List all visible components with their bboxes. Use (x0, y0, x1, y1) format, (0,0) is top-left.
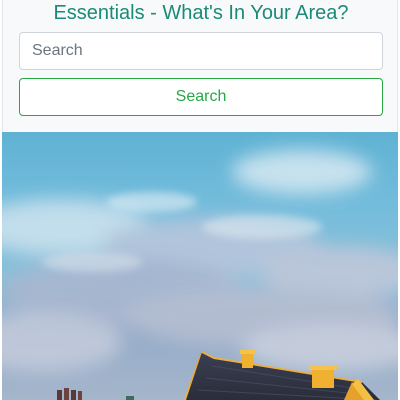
page-title: Essentials - What's In Your Area? (53, 2, 349, 24)
distant-chimneys (57, 388, 134, 400)
search-button[interactable]: Search (19, 78, 383, 116)
search-input[interactable] (19, 32, 383, 70)
search-panel: Essentials - What's In Your Area? Search (2, 0, 398, 132)
hero-image (2, 132, 398, 400)
app-page: Essentials - What's In Your Area? Search (0, 0, 400, 400)
